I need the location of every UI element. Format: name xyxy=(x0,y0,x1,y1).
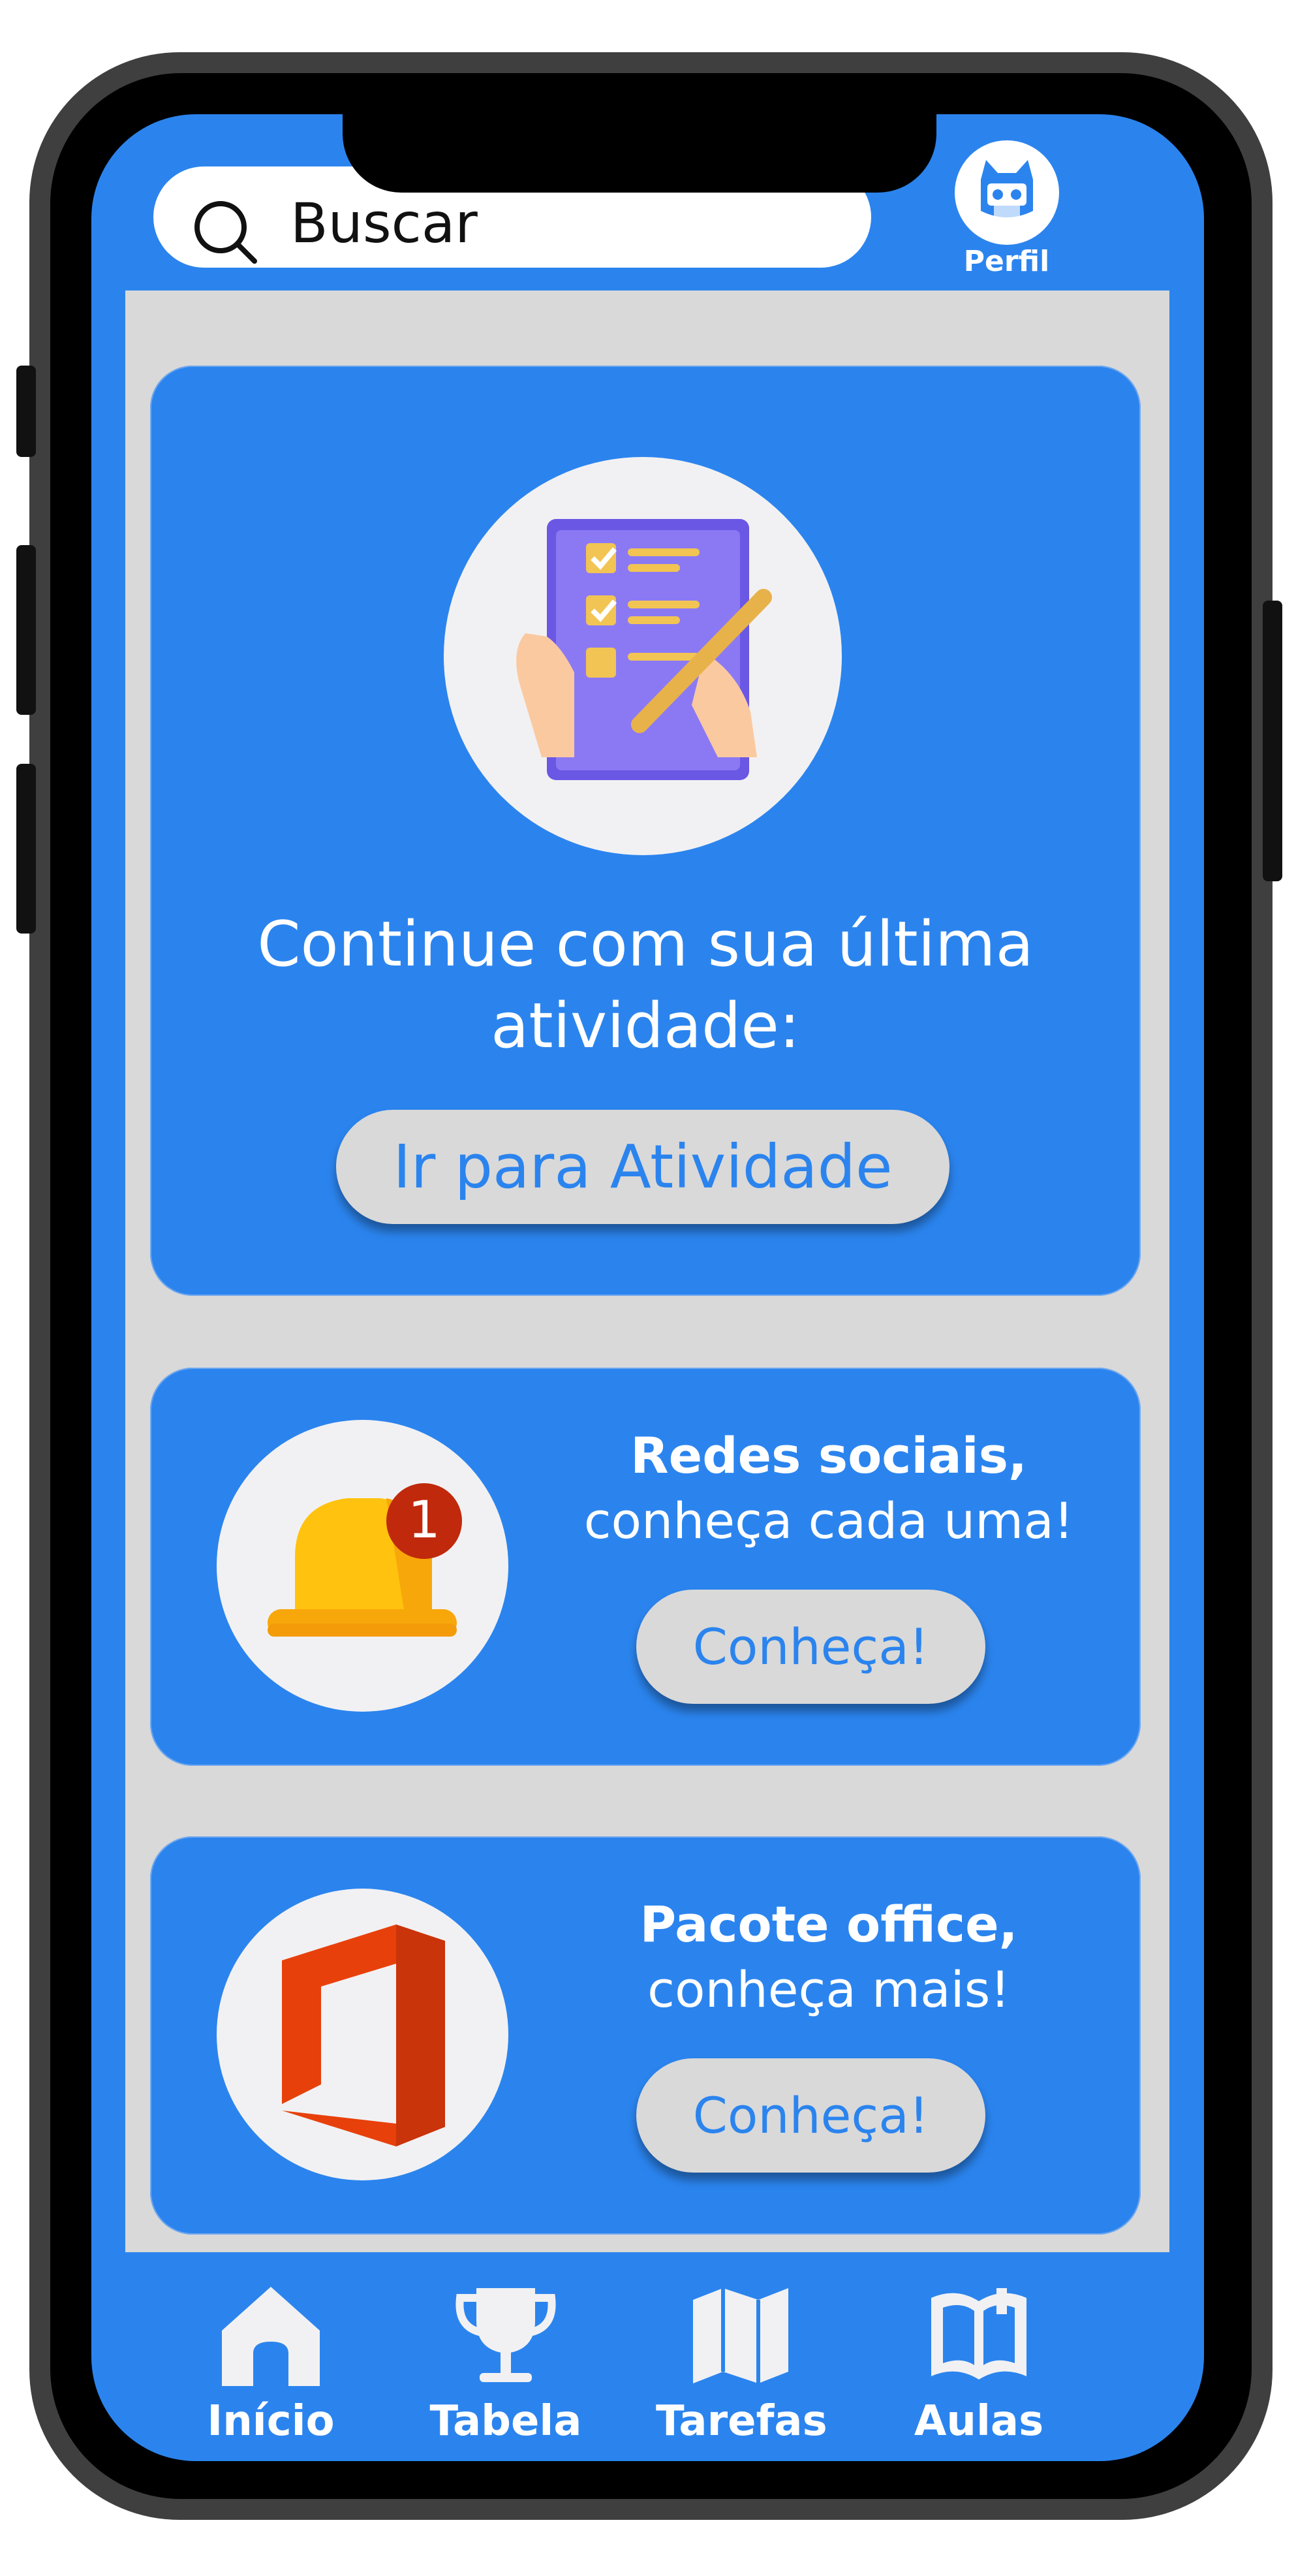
office-text: Pacote office, conheça mais! xyxy=(561,1892,1096,2022)
office-illustration xyxy=(217,1889,508,2180)
side-button-volume-down xyxy=(16,764,36,934)
social-illustration: 1 xyxy=(217,1420,508,1712)
social-title: Redes sociais, xyxy=(630,1426,1027,1484)
clipboard-icon xyxy=(516,519,772,780)
nav-item-aulas[interactable]: Aulas xyxy=(894,2282,1064,2445)
activity-illustration xyxy=(444,457,842,855)
side-button-power xyxy=(1263,601,1282,881)
last-activity-card: Continue com sua última atividade: Ir pa… xyxy=(150,366,1141,1296)
side-button-mute xyxy=(16,366,36,457)
bell-icon: 1 xyxy=(268,1483,462,1637)
phone-notch xyxy=(343,114,936,193)
office-learn-button[interactable]: Conheça! xyxy=(636,2058,985,2173)
notification-badge-count: 1 xyxy=(408,1491,440,1550)
office-logo-icon xyxy=(282,1924,445,2146)
profile-button[interactable]: Perfil xyxy=(949,140,1064,278)
social-subtitle: conheça cada uma! xyxy=(583,1492,1074,1550)
side-button-volume-up xyxy=(16,545,36,715)
social-text: Redes sociais, conheça cada uma! xyxy=(561,1423,1096,1554)
nav-label-tabela: Tabela xyxy=(429,2397,582,2445)
activity-title-line2: atividade: xyxy=(491,990,800,1062)
app-screen: Buscar Perfil Continue com sua última at… xyxy=(91,114,1204,2461)
nav-item-tabela[interactable]: Tabela xyxy=(421,2282,591,2445)
social-learn-button[interactable]: Conheça! xyxy=(636,1590,985,1704)
search-placeholder: Buscar xyxy=(290,191,478,255)
go-to-activity-button[interactable]: Ir para Atividade xyxy=(336,1110,949,1224)
map-icon xyxy=(693,2288,788,2383)
trophy-icon xyxy=(455,2288,556,2382)
office-subtitle: conheça mais! xyxy=(647,1960,1010,2018)
home-icon xyxy=(222,2287,320,2386)
nav-label-aulas: Aulas xyxy=(914,2397,1044,2445)
activity-title: Continue com sua última atividade: xyxy=(150,904,1141,1067)
book-icon xyxy=(931,2288,1026,2380)
nav-label-inicio: Início xyxy=(207,2397,335,2445)
nav-item-inicio[interactable]: Início xyxy=(186,2282,356,2445)
office-title: Pacote office, xyxy=(640,1895,1018,1953)
bottom-navigation: Início Tabela Tarefas Aulas xyxy=(91,2262,1204,2458)
search-icon xyxy=(189,196,261,270)
cat-avatar-icon xyxy=(980,160,1033,217)
office-card: Pacote office, conheça mais! Conheça! xyxy=(150,1836,1141,2235)
profile-label: Perfil xyxy=(963,245,1050,278)
social-networks-card: 1 Redes sociais, conheça cada uma! Conhe… xyxy=(150,1368,1141,1766)
activity-title-line1: Continue com sua última xyxy=(257,909,1034,981)
nav-item-tarefas[interactable]: Tarefas xyxy=(656,2282,827,2445)
avatar xyxy=(954,140,1059,245)
content-area[interactable]: Continue com sua última atividade: Ir pa… xyxy=(125,291,1169,2252)
nav-label-tarefas: Tarefas xyxy=(656,2397,827,2445)
